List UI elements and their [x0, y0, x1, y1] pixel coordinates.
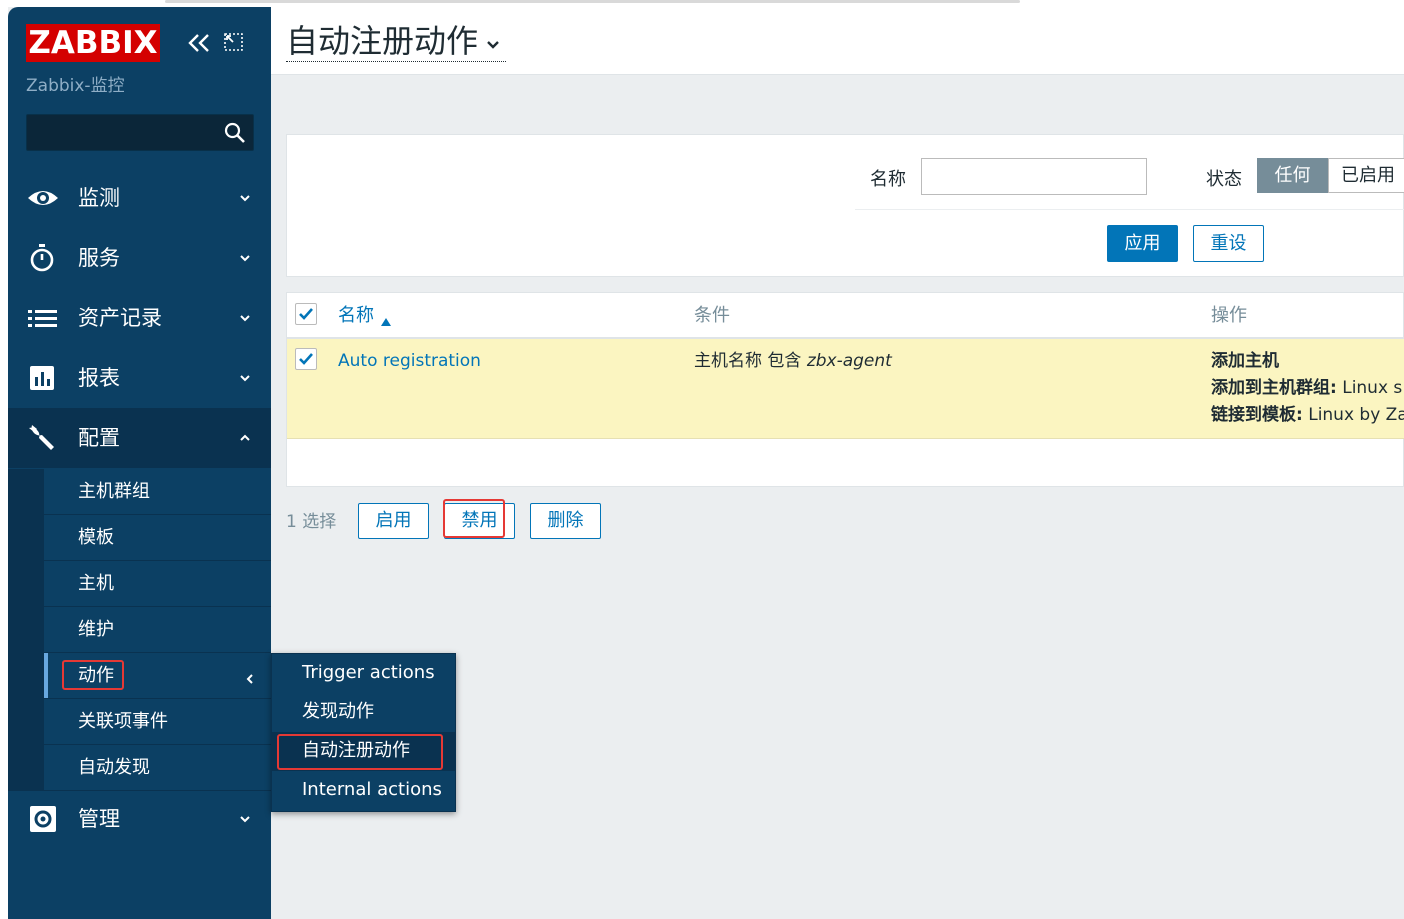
operation-line: 链接到模板: Linux by Za	[1211, 402, 1404, 429]
chevron-up-icon	[238, 430, 252, 444]
menu-configuration-label: 配置	[78, 426, 120, 450]
menu-monitoring[interactable]: 监测	[8, 168, 271, 228]
filter-status-label: 状态	[1206, 169, 1242, 190]
menu-administration-label: 管理	[78, 807, 120, 831]
submenu-maintenance[interactable]: 维护	[44, 607, 271, 652]
wrench-icon	[26, 422, 60, 454]
submenu-correlation[interactable]: 关联项事件	[44, 699, 271, 744]
menu-administration[interactable]: 管理	[8, 789, 271, 849]
menu-inventory[interactable]: 资产记录	[8, 288, 271, 348]
operation-line: 添加到主机群组: Linux s	[1211, 375, 1404, 402]
window-top-frame	[0, 0, 1404, 7]
table-row: Auto registration 主机名称 包含 zbx-agent 添加主机…	[287, 339, 1404, 439]
row-checkbox[interactable]	[295, 348, 317, 370]
flyout-autoregistration-actions[interactable]: 自动注册动作	[272, 732, 455, 771]
annotation-highlight	[62, 660, 124, 690]
chevron-down-icon	[238, 250, 252, 264]
flyout-trigger-actions[interactable]: Trigger actions	[272, 654, 455, 693]
actions-flyout-menu: Trigger actions 发现动作 自动注册动作 Internal act…	[271, 653, 456, 812]
submenu-discovery-label: 自动发现	[78, 757, 150, 778]
menu-inventory-label: 资产记录	[78, 306, 162, 330]
menu-configuration[interactable]: 配置	[8, 408, 271, 468]
submenu-discovery[interactable]: 自动发现	[44, 745, 271, 790]
sidebar: ZABBIX Zabbix-监控 监测 服务 资产记录 报表 配置 主机群组 模…	[8, 7, 271, 919]
chevron-down-icon	[238, 811, 252, 825]
table-header: 名称 条件 操作	[287, 293, 1404, 339]
operation-label: 链接到模板:	[1211, 405, 1303, 425]
submenu-templates-label: 模板	[78, 527, 114, 548]
flyout-discovery-actions-label: 发现动作	[302, 701, 374, 722]
chevron-down-icon	[238, 370, 252, 384]
submenu-actions[interactable]: 动作	[44, 653, 271, 698]
flyout-discovery-actions[interactable]: 发现动作	[272, 693, 455, 732]
kiosk-mode-icon[interactable]	[223, 31, 245, 53]
page-header: 自动注册动作	[271, 7, 1404, 75]
actions-table: 名称 条件 操作 Auto registration 主机名称 包含 zbx-a…	[286, 292, 1404, 487]
condition-value: zbx-agent	[806, 351, 892, 371]
menu-monitoring-label: 监测	[78, 186, 120, 210]
menu-reports[interactable]: 报表	[8, 348, 271, 408]
flyout-internal-actions[interactable]: Internal actions	[272, 771, 455, 810]
stopwatch-icon	[26, 242, 60, 274]
status-any-option[interactable]: 任何	[1257, 158, 1328, 193]
filter-name-label: 名称	[870, 169, 906, 190]
submenu-hosts-label: 主机	[78, 573, 114, 594]
zabbix-logo[interactable]: ZABBIX	[26, 24, 160, 62]
chevron-down-icon	[238, 310, 252, 324]
menu-services[interactable]: 服务	[8, 228, 271, 288]
page-title-dropdown[interactable]: 自动注册动作	[286, 21, 507, 62]
chevron-down-icon	[238, 190, 252, 204]
delete-button[interactable]: 删除	[530, 503, 601, 539]
collapse-sidebar-icon[interactable]	[186, 29, 212, 57]
enable-button[interactable]: 启用	[358, 503, 429, 539]
operation-value: Linux s	[1336, 378, 1403, 398]
column-operations-header: 操作	[1211, 305, 1247, 326]
submenu-hosts[interactable]: 主机	[44, 561, 271, 606]
window-scrollbar[interactable]	[165, 0, 1020, 3]
submenu-host-groups-label: 主机群组	[78, 481, 150, 502]
operation-label: 添加到主机群组:	[1211, 378, 1337, 398]
action-condition: 主机名称 包含 zbx-agent	[694, 348, 892, 375]
action-operations: 添加主机 添加到主机群组: Linux s 链接到模板: Linux by Za	[1211, 348, 1404, 429]
column-name-header[interactable]: 名称	[338, 305, 374, 327]
annotation-highlight	[443, 499, 505, 538]
sidebar-search-input[interactable]	[26, 114, 254, 151]
column-conditions-header: 条件	[694, 305, 730, 326]
select-all-checkbox[interactable]	[295, 303, 317, 325]
submenu-host-groups[interactable]: 主机群组	[44, 469, 271, 514]
flyout-internal-actions-label: Internal actions	[302, 779, 442, 800]
reset-button[interactable]: 重设	[1193, 225, 1264, 262]
apply-button[interactable]: 应用	[1107, 225, 1178, 262]
menu-services-label: 服务	[78, 246, 120, 270]
chevron-left-icon	[244, 669, 256, 684]
filter-name-input[interactable]	[921, 158, 1147, 195]
window-left-frame	[0, 0, 8, 919]
submenu-maintenance-label: 维护	[78, 619, 114, 640]
filter-panel: 名称 状态 任何 已启用 应用 重设	[286, 134, 1404, 277]
filter-divider	[855, 209, 1404, 210]
bar-chart-icon	[26, 362, 60, 394]
operation-line: 添加主机	[1211, 348, 1404, 375]
server-name: Zabbix-监控	[26, 76, 125, 96]
submenu-templates[interactable]: 模板	[44, 515, 271, 560]
operation-label: 添加主机	[1211, 351, 1279, 371]
chevron-down-icon[interactable]	[485, 37, 501, 53]
list-icon	[26, 302, 60, 334]
page-title: 自动注册动作	[286, 22, 479, 60]
gear-icon	[26, 803, 60, 835]
operation-value: Linux by Za	[1302, 405, 1404, 425]
menu-reports-label: 报表	[78, 366, 120, 390]
submenu-correlation-label: 关联项事件	[78, 711, 168, 732]
status-enabled-option[interactable]: 已启用	[1328, 158, 1404, 193]
configuration-submenu: 主机群组 模板 主机 维护 动作 关联项事件 自动发现	[8, 469, 271, 791]
search-icon[interactable]	[223, 121, 247, 145]
eye-icon	[26, 182, 60, 214]
sort-asc-icon	[380, 312, 392, 326]
action-name-link[interactable]: Auto registration	[338, 348, 481, 375]
annotation-highlight	[277, 734, 443, 770]
flyout-trigger-actions-label: Trigger actions	[302, 662, 435, 683]
selected-count: 1 选择	[286, 512, 337, 532]
condition-prefix: 主机名称 包含	[694, 351, 807, 371]
